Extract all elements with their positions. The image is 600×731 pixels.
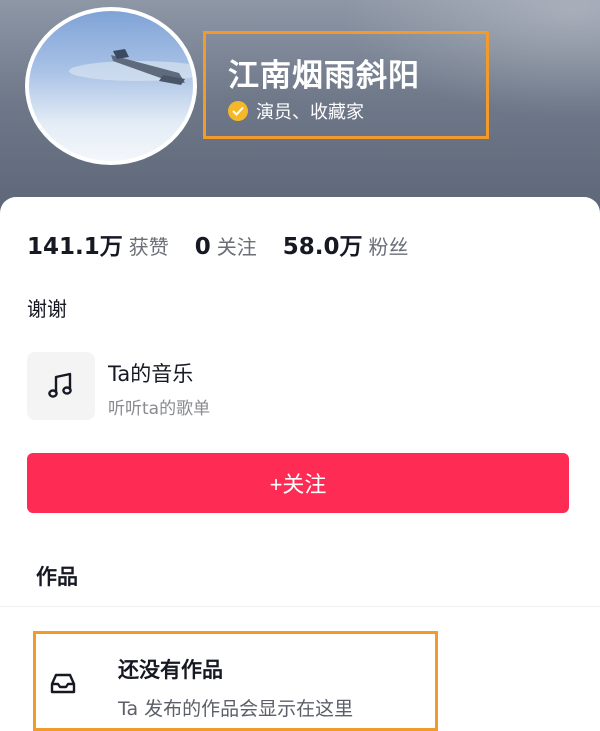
profile-card: 141.1万 获赞 0 关注 58.0万 粉丝 谢谢 Ta的音乐 听听ta的歌单… — [0, 197, 600, 731]
verified-check-icon — [228, 101, 248, 121]
profile-bio: 谢谢 — [27, 297, 67, 321]
likes-label: 获赞 — [128, 235, 169, 259]
stats-row: 141.1万 获赞 0 关注 58.0万 粉丝 — [27, 227, 409, 261]
music-entry[interactable]: Ta的音乐 听听ta的歌单 — [27, 348, 327, 420]
works-section-title: 作品 — [36, 565, 78, 589]
music-note-icon — [27, 352, 95, 420]
following-count[interactable]: 0 — [195, 234, 211, 260]
verification-row: 演员、收藏家 — [228, 100, 364, 123]
followers-count[interactable]: 58.0万 — [283, 227, 363, 261]
empty-works-subtitle: Ta 发布的作品会显示在这里 — [118, 698, 354, 720]
empty-works-highlight-box: 还没有作品 Ta 发布的作品会显示在这里 — [33, 631, 438, 731]
followers-label[interactable]: 粉丝 — [369, 231, 409, 260]
following-label[interactable]: 关注 — [217, 231, 257, 260]
section-divider — [0, 606, 600, 607]
avatar[interactable] — [25, 7, 197, 165]
avatar-airplane-wing-image — [69, 49, 193, 85]
verification-label: 演员、收藏家 — [256, 102, 364, 123]
inbox-tray-icon — [48, 668, 78, 698]
music-subtitle: 听听ta的歌单 — [108, 399, 211, 419]
profile-name: 江南烟雨斜阳 — [228, 58, 420, 94]
music-title: Ta的音乐 — [108, 362, 194, 386]
follow-button[interactable]: +关注 — [27, 453, 569, 513]
likes-count: 141.1万 — [27, 234, 123, 260]
empty-works-title: 还没有作品 — [118, 658, 223, 682]
name-highlight-box: 江南烟雨斜阳 演员、收藏家 — [203, 31, 489, 139]
